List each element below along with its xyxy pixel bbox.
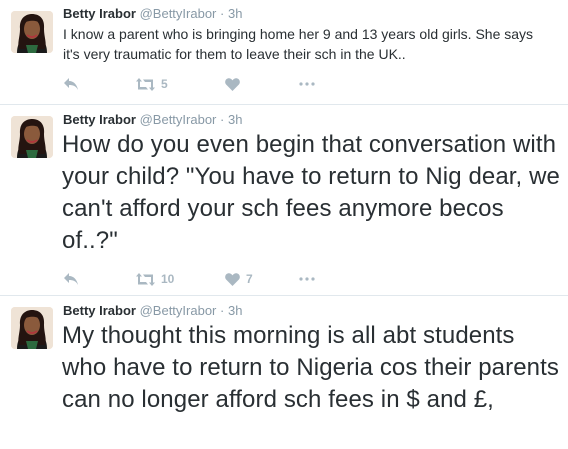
avatar[interactable]: [11, 116, 53, 158]
more-button[interactable]: [299, 75, 315, 93]
tweet-header: Betty Irabor @BettyIrabor · 3h: [63, 5, 242, 23]
reply-arrow-icon: [64, 273, 78, 285]
author-name[interactable]: Betty Irabor: [63, 303, 136, 318]
reply-button[interactable]: [63, 75, 79, 93]
more-dots-icon: [299, 277, 315, 281]
tweet-header: Betty Irabor @BettyIrabor · 3h: [63, 111, 242, 129]
tweet-timestamp[interactable]: 3h: [228, 6, 242, 21]
like-button[interactable]: 7: [225, 270, 253, 288]
tweet-text: How do you even begin that conversation …: [62, 131, 560, 254]
retweet-button[interactable]: 10: [136, 270, 174, 288]
tweet-timestamp[interactable]: 3h: [228, 112, 242, 127]
retweet-count: 5: [161, 77, 168, 91]
tweet-header: Betty Irabor @BettyIrabor · 3h: [63, 302, 242, 320]
header-separator: ·: [220, 6, 225, 21]
tweet-actions: 5: [63, 75, 363, 93]
retweet-icon: [136, 77, 155, 91]
avatar-photo: [11, 307, 53, 349]
retweet-button[interactable]: 5: [136, 75, 168, 93]
tweet-text: I know a parent who is bringing home her…: [63, 26, 534, 62]
tweet[interactable]: Betty Irabor @BettyIrabor · 3h My though…: [0, 296, 568, 449]
avatar-photo: [11, 11, 53, 53]
reply-arrow-icon: [64, 78, 78, 90]
retweet-count: 10: [161, 272, 175, 286]
like-button[interactable]: [225, 75, 240, 93]
tweet-actions: 10 7: [63, 270, 363, 288]
heart-icon: [225, 272, 240, 286]
like-count: 7: [246, 272, 253, 286]
author-username[interactable]: @BettyIrabor: [140, 303, 217, 318]
retweet-icon: [136, 272, 155, 286]
heart-icon: [225, 77, 240, 91]
more-button[interactable]: [299, 270, 315, 288]
reply-button[interactable]: [63, 270, 79, 288]
author-username[interactable]: @BettyIrabor: [140, 112, 217, 127]
avatar[interactable]: [11, 307, 53, 349]
avatar-photo: [11, 116, 53, 158]
tweet[interactable]: Betty Irabor @BettyIrabor · 3h I know a …: [0, 0, 568, 105]
header-separator: ·: [220, 303, 225, 318]
avatar[interactable]: [11, 11, 53, 53]
tweet-text: My thought this morning is all abt stude…: [62, 322, 559, 413]
author-name[interactable]: Betty Irabor: [63, 6, 136, 21]
tweet-timestamp[interactable]: 3h: [228, 303, 242, 318]
author-name[interactable]: Betty Irabor: [63, 112, 136, 127]
author-username[interactable]: @BettyIrabor: [140, 6, 217, 21]
header-separator: ·: [220, 112, 225, 127]
more-dots-icon: [299, 82, 315, 86]
tweet[interactable]: Betty Irabor @BettyIrabor · 3h How do yo…: [0, 105, 568, 296]
